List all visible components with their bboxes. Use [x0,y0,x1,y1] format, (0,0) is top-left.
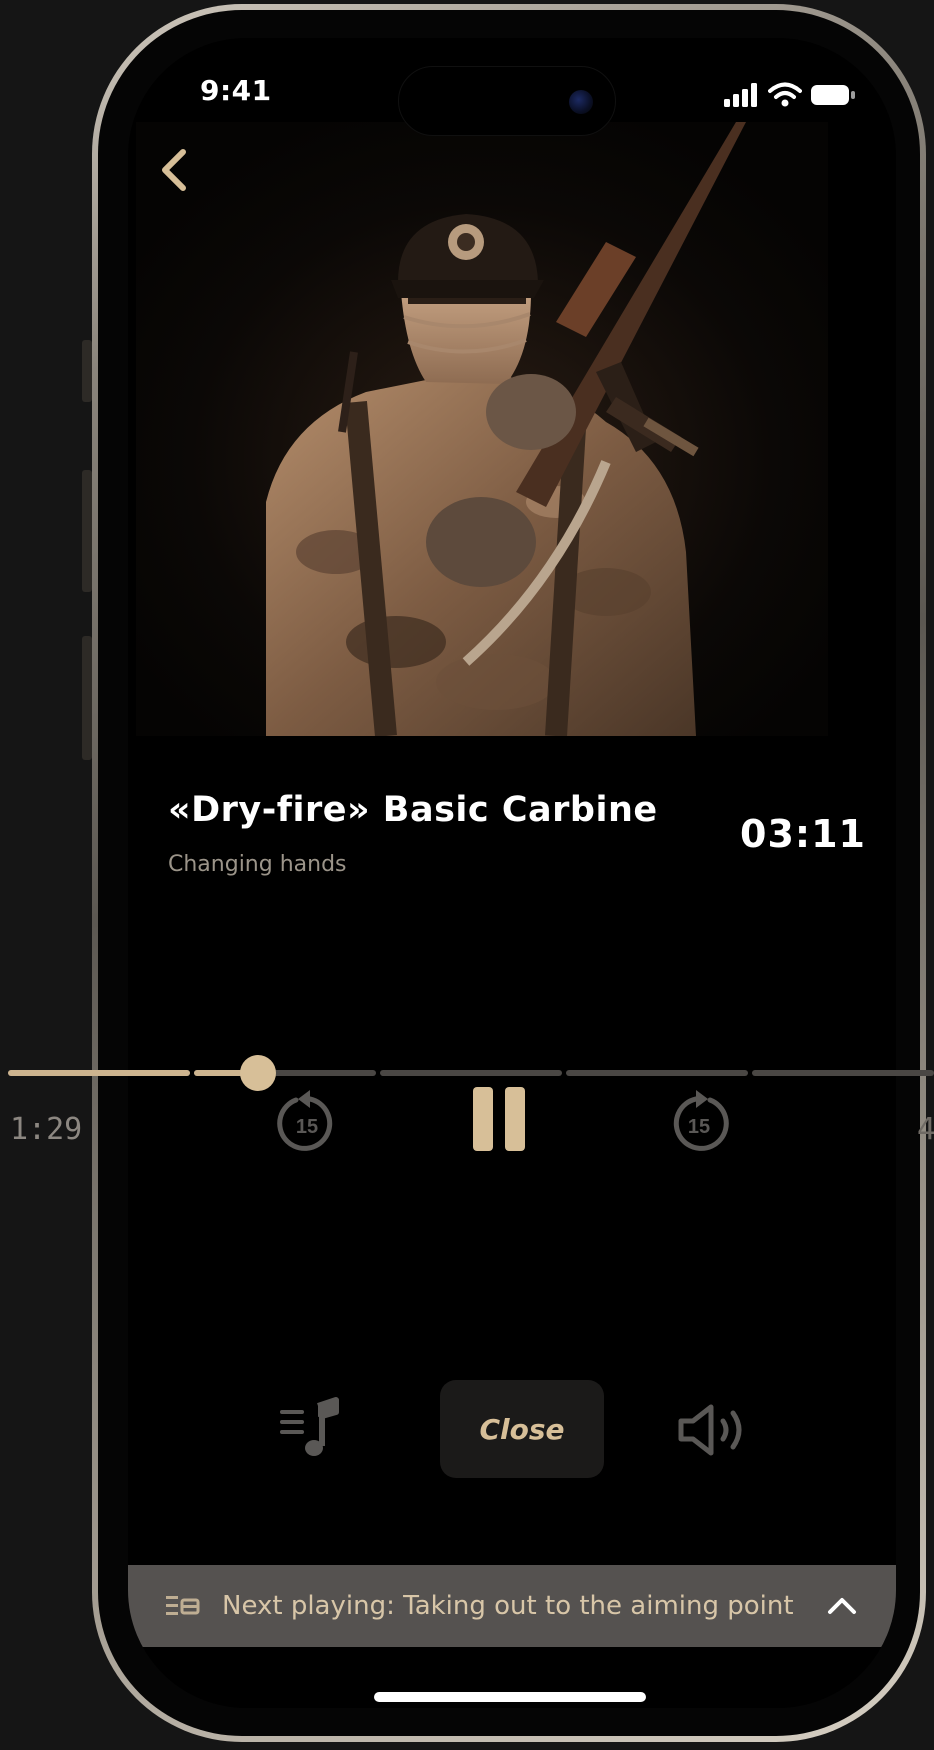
status-time: 9:41 [200,74,272,107]
back-button[interactable] [144,140,204,200]
rewind-label: 15 [296,1116,318,1138]
playlist-music-icon [280,1397,339,1456]
volume-down-button [82,636,92,760]
action-button [82,340,92,402]
progress-segment [380,1070,562,1076]
volume-up-button [82,470,92,592]
chevron-up-icon[interactable] [826,1596,858,1616]
app-stage: 9:41 «Dry-fire» Basic Carbine Changing h… [0,0,934,1750]
progress-segment [566,1070,748,1076]
phone-body: 9:41 «Dry-fire» Basic Carbine Changing h… [98,10,920,1736]
queue-list-icon [166,1596,200,1615]
phone-frame: 9:41 «Dry-fire» Basic Carbine Changing h… [92,4,926,1742]
track-subtitle: Changing hands [168,852,347,877]
camera-icon [569,90,593,114]
chevron-left-icon [162,149,186,191]
signal-icon [724,83,757,107]
progress-segment [752,1070,934,1076]
track-duration: 03:11 [740,812,866,856]
battery-icon [811,85,855,105]
status-icons [724,82,856,108]
player-screen: 9:41 «Dry-fire» Basic Carbine Changing h… [128,38,896,1708]
progress-knob[interactable] [240,1055,277,1091]
home-indicator[interactable] [374,1692,646,1702]
next-playing-text: Next playing: Taking out to the aiming p… [222,1591,794,1621]
elapsed-time: 1:29 [10,1112,83,1147]
soldier-image [136,122,828,736]
volume-button[interactable] [676,1400,756,1460]
playback-progress[interactable] [8,1055,934,1099]
close-button[interactable]: Close [440,1380,604,1478]
track-artwork [136,122,828,736]
progress-segment-filled [8,1070,190,1076]
playlist-button[interactable] [276,1394,346,1464]
next-playing-bar[interactable]: Next playing: Taking out to the aiming p… [128,1565,896,1647]
remaining-time: 4 [917,1112,934,1147]
dynamic-island [398,66,616,136]
track-title: «Dry-fire» Basic Carbine [168,790,658,830]
wifi-icon [768,82,802,107]
volume-icon [678,1404,742,1456]
forward-label: 15 [688,1116,710,1138]
